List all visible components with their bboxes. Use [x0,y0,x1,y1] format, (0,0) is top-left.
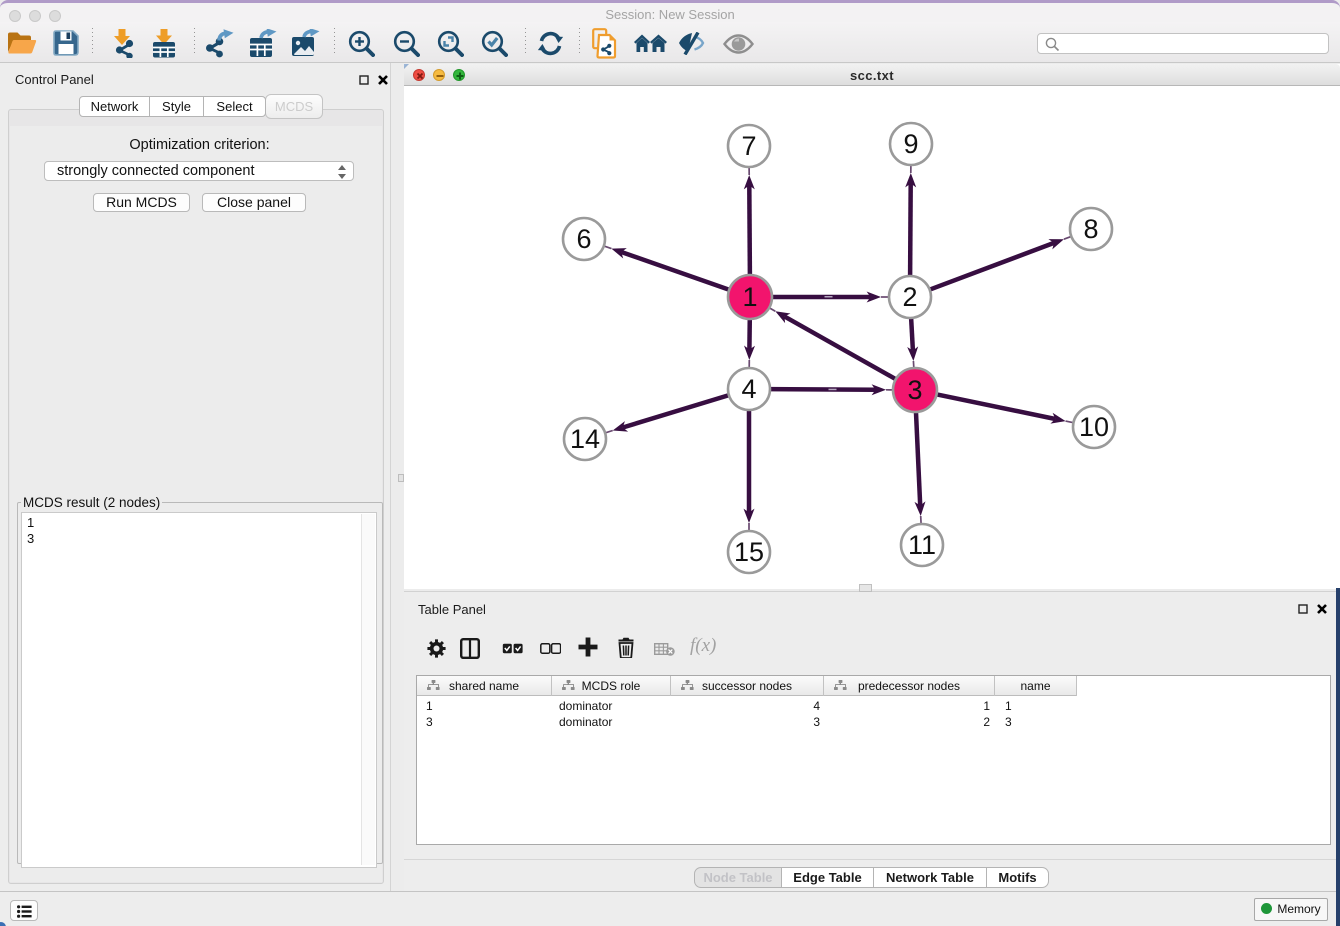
svg-text:7: 7 [741,131,756,161]
svg-text:9: 9 [903,129,918,159]
svg-text:1: 1 [742,282,757,312]
svg-text:3: 3 [907,375,922,405]
svg-text:11: 11 [908,530,936,560]
svg-text:2: 2 [902,282,917,312]
svg-text:8: 8 [1083,214,1098,244]
svg-text:4: 4 [741,374,756,404]
svg-text:15: 15 [734,537,764,567]
svg-text:10: 10 [1079,412,1109,442]
svg-text:6: 6 [576,224,591,254]
svg-text:14: 14 [570,424,600,454]
